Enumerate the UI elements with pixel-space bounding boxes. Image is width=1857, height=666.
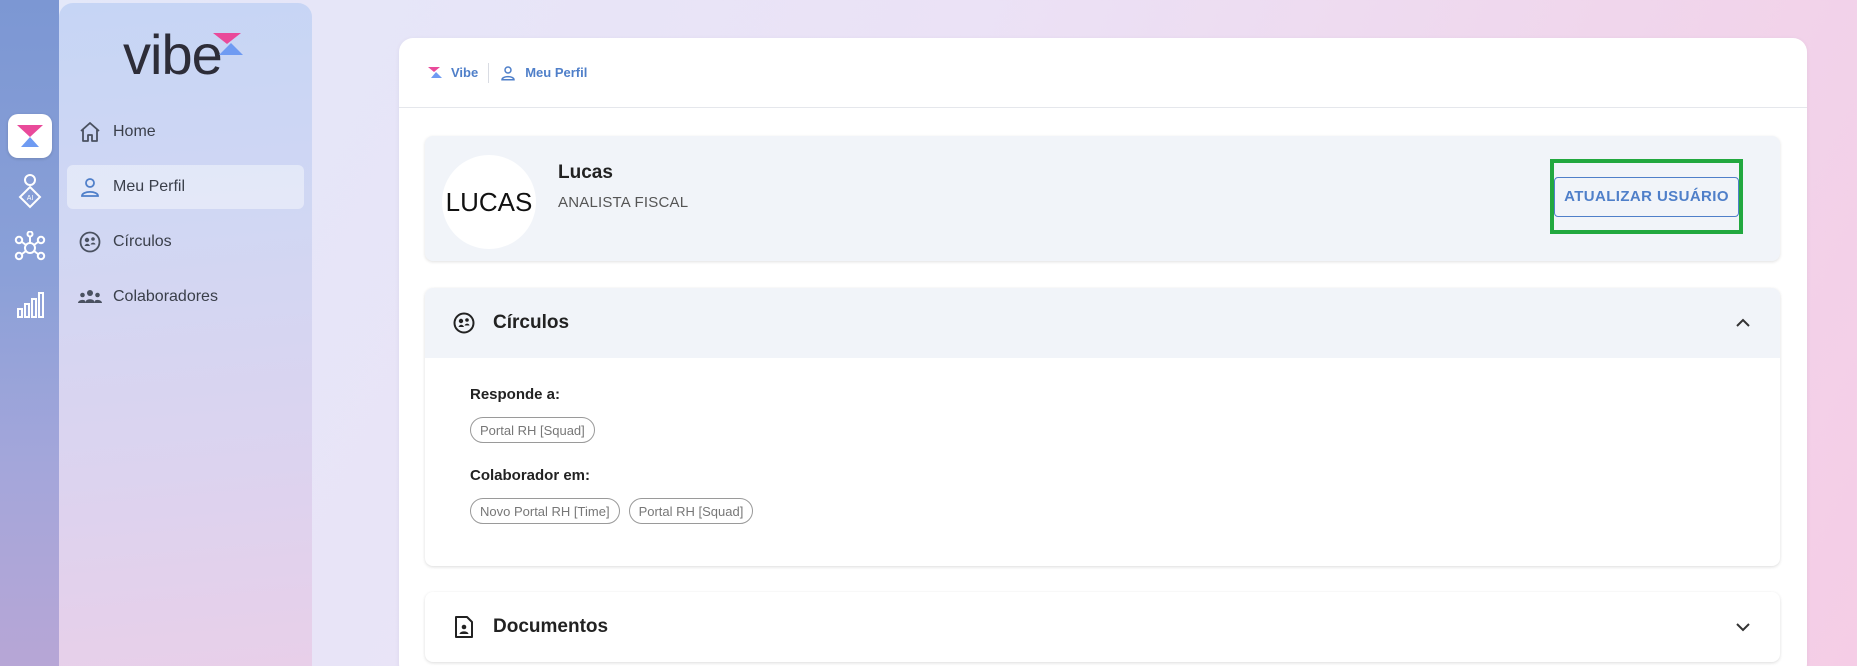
responde-chips: Portal RH [Squad] <box>470 417 1780 443</box>
sidebar: vibe Home Meu Perfil Círculos Colaborado… <box>59 3 312 666</box>
sidebar-item-label: Meu Perfil <box>113 178 186 195</box>
breadcrumb: Vibe Meu Perfil <box>399 38 1807 108</box>
sidebar-nav: Home Meu Perfil Círculos Colaboradores <box>67 110 304 330</box>
responde-label: Responde a: <box>470 386 561 403</box>
icon-rail: AI <box>0 0 59 666</box>
rail-vibe-button[interactable] <box>7 114 52 158</box>
document-icon <box>451 614 477 640</box>
sidebar-item-circulos[interactable]: Círculos <box>67 220 304 264</box>
sidebar-item-colaboradores[interactable]: Colaboradores <box>67 275 304 319</box>
logo-text: vibe <box>123 23 223 86</box>
chip[interactable]: Portal RH [Squad] <box>628 498 754 524</box>
chip[interactable]: Novo Portal RH [Time] <box>470 498 620 524</box>
circles-icon <box>77 229 103 255</box>
breadcrumb-current-label: Meu Perfil <box>525 65 588 80</box>
circulos-title: Círculos <box>493 312 570 333</box>
rail-chart-button[interactable] <box>8 282 52 326</box>
rail-ai-button[interactable]: AI <box>8 170 52 214</box>
vibe-logo-icon <box>16 125 43 147</box>
home-icon <box>77 119 103 145</box>
sidebar-item-meu-perfil[interactable]: Meu Perfil <box>67 165 304 209</box>
breadcrumb-divider <box>488 62 490 83</box>
colaborador-chips: Novo Portal RH [Time] Portal RH [Squad] <box>470 498 1780 524</box>
profile-name: Lucas <box>558 162 613 183</box>
documentos-title: Documentos <box>493 616 609 637</box>
colaborador-label: Colaborador em: <box>470 467 591 484</box>
update-user-button[interactable]: ATUALIZAR USUÁRIO <box>1554 176 1739 217</box>
circulos-body: Responde a: Portal RH [Squad] Colaborado… <box>425 358 1780 524</box>
sidebar-item-label: Colaboradores <box>113 288 218 305</box>
breadcrumb-vibe[interactable]: Vibe <box>427 65 478 80</box>
breadcrumb-vibe-label: Vibe <box>451 65 479 80</box>
rail-network-button[interactable] <box>8 226 52 270</box>
profile-card: LUCAS Lucas ANALISTA FISCAL ATUALIZAR US… <box>425 136 1780 261</box>
main-panel: Vibe Meu Perfil LUCAS Lucas ANALISTA FIS… <box>399 38 1807 666</box>
profile-role: ANALISTA FISCAL <box>558 194 689 211</box>
svg-text:AI: AI <box>26 195 33 202</box>
ai-person-icon: AI <box>18 174 41 209</box>
chevron-up-icon[interactable] <box>1732 312 1754 334</box>
update-button-highlight: ATUALIZAR USUÁRIO <box>1550 159 1743 234</box>
circulos-accordion: Círculos Responde a: Portal RH [Squad] C… <box>425 288 1780 566</box>
vibe-mark-icon <box>428 66 442 78</box>
avatar: LUCAS <box>442 155 536 249</box>
sidebar-item-label: Home <box>113 123 156 140</box>
bar-chart-icon <box>16 292 44 318</box>
vibe-mark-icon <box>213 33 243 55</box>
documentos-accordion: Documentos <box>425 592 1780 662</box>
group-icon <box>77 284 103 310</box>
person-icon <box>77 174 103 200</box>
breadcrumb-meu-perfil[interactable]: Meu Perfil <box>499 64 587 82</box>
chevron-down-icon[interactable] <box>1732 616 1754 638</box>
chip[interactable]: Portal RH [Squad] <box>470 417 595 443</box>
network-icon <box>14 231 45 261</box>
sidebar-item-label: Círculos <box>113 233 172 250</box>
person-icon <box>501 65 515 80</box>
documentos-accordion-header[interactable]: Documentos <box>425 592 1780 662</box>
vibe-logo[interactable]: vibe <box>123 27 253 87</box>
circulos-accordion-header[interactable]: Círculos <box>425 288 1780 358</box>
circles-icon <box>451 310 477 336</box>
sidebar-item-home[interactable]: Home <box>67 110 304 154</box>
